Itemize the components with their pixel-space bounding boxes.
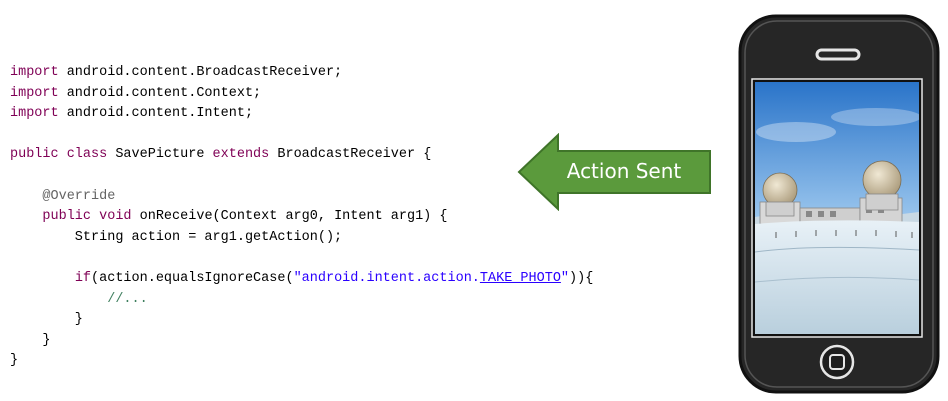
code-token: } (10, 353, 19, 369)
code-line: String action = arg1.getAction(); (10, 228, 593, 249)
code-token: TAKE_PHOTO (479, 270, 561, 286)
code-token: "android.intent.action. (293, 270, 480, 286)
code-line: import android.content.Context; (10, 84, 593, 105)
code-line: public void onReceive(Context arg0, Inte… (10, 207, 593, 228)
code-token: import (10, 106, 59, 122)
code-token: BroadcastReceiver { (269, 147, 432, 163)
phone-illustration (738, 14, 940, 394)
action-sent-label: Action Sent (566, 159, 682, 183)
code-token: android.content.BroadcastReceiver; (58, 65, 343, 80)
code-token: extends (212, 147, 270, 163)
code-token: public class (10, 147, 108, 163)
code-token: android.content.Context; (58, 85, 262, 101)
code-line: import android.content.Intent; (10, 104, 593, 125)
code-line: public class SavePicture extends Broadca… (10, 145, 593, 166)
code-line: import android.content.BroadcastReceiver… (10, 63, 593, 84)
code-token: @Override (42, 188, 116, 204)
code-token: String action = arg1.getAction(); (10, 229, 343, 245)
code-token: (action.equalsIgnoreCase( (91, 270, 294, 286)
code-line: } (10, 310, 593, 331)
code-token: import (10, 85, 59, 101)
code-token: //... (107, 291, 148, 307)
code-token: } (10, 312, 83, 328)
code-token: )){ (569, 270, 594, 286)
code-line: if(action.equalsIgnoreCase("android.inte… (10, 269, 594, 290)
code-line: //... (10, 290, 593, 311)
code-token: SavePicture (107, 147, 213, 163)
home-button (819, 344, 855, 380)
code-line: } (10, 351, 593, 372)
code-listing: import android.content.BroadcastReceiver… (10, 63, 593, 372)
screen-photo (755, 82, 919, 334)
code-token: if (74, 270, 92, 286)
code-token: onReceive(Context arg0, Intent arg1) { (131, 209, 448, 225)
code-token: " (560, 270, 570, 286)
code-line: } (10, 331, 593, 352)
code-line: @Override (10, 187, 593, 208)
code-token: } (10, 332, 51, 348)
code-token: android.content.Intent; (58, 106, 254, 122)
code-token: import (10, 65, 59, 80)
code-token: public void (42, 209, 132, 225)
